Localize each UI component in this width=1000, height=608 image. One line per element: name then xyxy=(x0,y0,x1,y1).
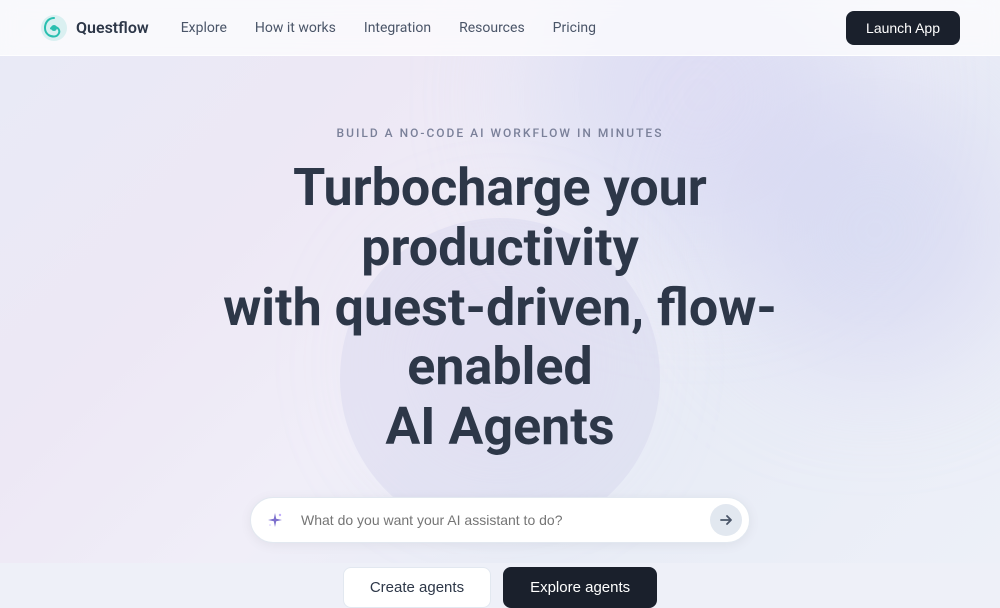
search-container xyxy=(250,497,750,543)
navbar-left: Questflow Explore How it works Integrati… xyxy=(40,14,596,42)
nav-link-resources[interactable]: Resources xyxy=(459,20,525,36)
launch-app-button[interactable]: Launch App xyxy=(846,11,960,45)
nav-links: Explore How it works Integration Resourc… xyxy=(181,20,596,36)
nav-link-explore[interactable]: Explore xyxy=(181,20,227,36)
hero-title-line2: with quest-driven, flow-enabled xyxy=(223,277,777,398)
search-bar xyxy=(250,497,750,543)
explore-agents-button[interactable]: Explore agents xyxy=(503,567,657,608)
logo-icon xyxy=(40,14,68,42)
search-submit-button[interactable] xyxy=(710,504,742,536)
nav-link-how-it-works[interactable]: How it works xyxy=(255,20,336,36)
hero-section: BUILD A NO-CODE AI WORKFLOW IN MINUTES T… xyxy=(0,56,1000,608)
logo[interactable]: Questflow xyxy=(40,14,149,42)
nav-link-pricing[interactable]: Pricing xyxy=(553,20,596,36)
create-agents-button[interactable]: Create agents xyxy=(343,567,491,608)
hero-title-line3: AI Agents xyxy=(385,396,614,457)
search-input[interactable] xyxy=(271,512,697,528)
hero-tagline: BUILD A NO-CODE AI WORKFLOW IN MINUTES xyxy=(337,126,664,140)
hero-title: Turbocharge your productivity with quest… xyxy=(150,158,850,457)
hero-title-line1: Turbocharge your productivity xyxy=(293,157,707,278)
nav-link-integration[interactable]: Integration xyxy=(364,20,431,36)
sparkle-icon xyxy=(266,511,284,529)
brand-name: Questflow xyxy=(76,18,149,37)
cta-buttons: Create agents Explore agents xyxy=(343,567,657,608)
arrow-right-icon xyxy=(719,513,733,527)
navbar: Questflow Explore How it works Integrati… xyxy=(0,0,1000,56)
